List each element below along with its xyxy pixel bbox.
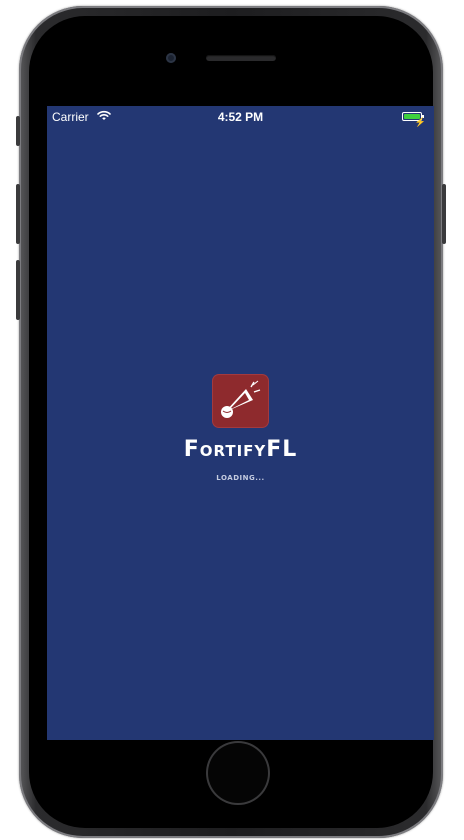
power-button: [442, 184, 446, 244]
mute-switch: [16, 116, 20, 146]
app-name-title: FortifyFL: [183, 437, 298, 462]
volume-down-button: [16, 260, 20, 320]
status-time: 4:52 PM: [217, 110, 264, 124]
earpiece-speaker: [206, 55, 276, 61]
app-screen: Carrier 4:52 PM ⚡ FortifyFL LOADING...: [47, 106, 434, 740]
status-bar: Carrier 4:52 PM ⚡: [47, 106, 434, 128]
battery-charging-icon: ⚡: [402, 112, 426, 127]
app-logo: [213, 375, 268, 427]
megaphone-icon: [221, 380, 261, 418]
front-camera-icon: [166, 53, 176, 63]
home-button[interactable]: [208, 743, 268, 803]
volume-up-button: [16, 184, 20, 244]
loading-label: LOADING...: [216, 474, 265, 482]
